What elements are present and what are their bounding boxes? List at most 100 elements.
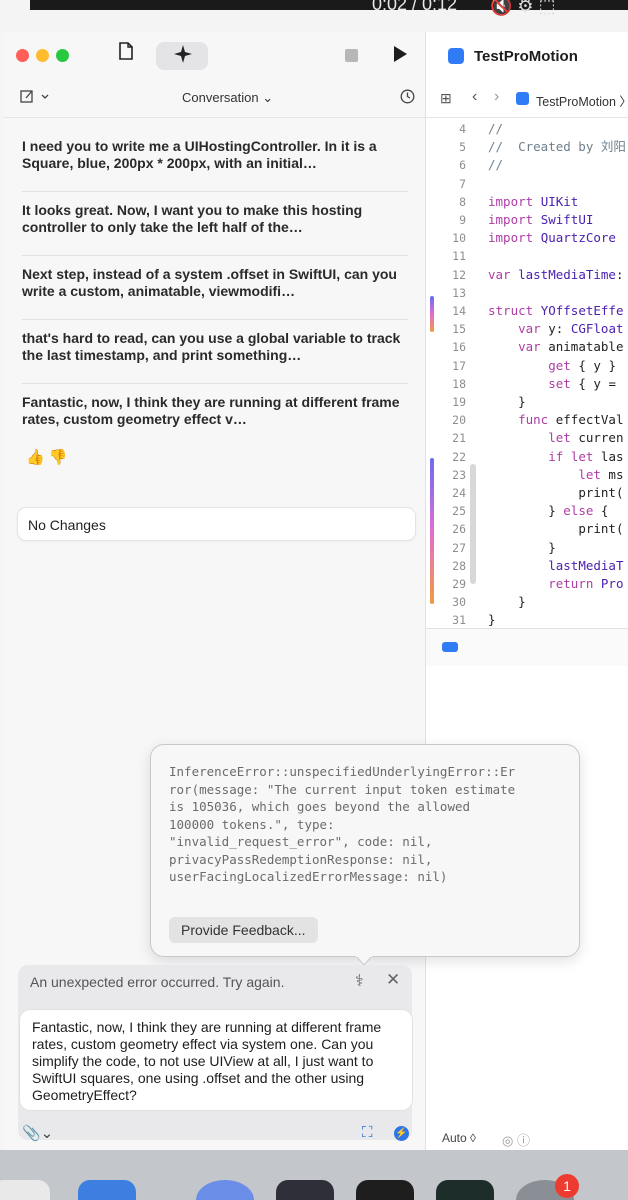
breadcrumb[interactable]: TestProMotion 〉: [536, 91, 628, 110]
binoculars-icon[interactable]: ⛶: [362, 1124, 373, 1141]
zoom-window-button[interactable]: [56, 49, 69, 62]
thumbs-down-icon[interactable]: 👎: [49, 449, 68, 466]
code-line[interactable]: 19 }: [426, 393, 628, 411]
code-line[interactable]: 8 import UIKit: [426, 193, 628, 211]
message-text: that's hard to read, can you use a globa…: [22, 330, 401, 363]
code-text: lastMediaT: [548, 557, 624, 573]
notification-badge: 1: [555, 1174, 579, 1198]
video-control-icons[interactable]: 🔇 ⚙ ⬚: [490, 0, 556, 17]
code-line[interactable]: 17 get { y }: [426, 357, 628, 375]
code-line[interactable]: 7: [426, 175, 628, 193]
run-button[interactable]: [394, 46, 407, 62]
code-line[interactable]: 28 lastMediaT: [426, 557, 628, 575]
code-text: import UIKit: [488, 193, 579, 209]
line-number: 29: [452, 577, 466, 591]
line-number: 9: [459, 213, 466, 227]
code-line[interactable]: 18 set { y =: [426, 375, 628, 393]
code-text: struct YOffsetEffe: [488, 303, 624, 318]
code-line[interactable]: 14 struct YOffsetEffe: [426, 302, 628, 320]
code-line[interactable]: 26 print(: [426, 520, 628, 538]
terminal-icon[interactable]: [356, 1180, 414, 1200]
code-line[interactable]: 22 if let las: [426, 448, 628, 466]
code-line[interactable]: 21 let curren: [426, 429, 628, 447]
code-text: //: [488, 121, 504, 136]
code-text: // Created by 刘阳: [488, 139, 626, 155]
error-details: InferenceError::unspecifiedUnderlyingErr…: [169, 764, 516, 884]
code-line[interactable]: 29 return Pro: [426, 575, 628, 593]
chevron-down-icon: ⌄: [262, 90, 274, 105]
line-number: 5: [459, 140, 466, 155]
dock-app-finder-icon[interactable]: [0, 1180, 50, 1200]
debug-area: [426, 628, 628, 666]
code-line[interactable]: 10 import QuartzCore: [426, 229, 628, 247]
code-line[interactable]: 27 }: [426, 539, 628, 557]
forward-icon[interactable]: ›: [494, 88, 499, 106]
prompt-input[interactable]: Fantastic, now, I think they are running…: [20, 1010, 412, 1110]
dock-app-icon[interactable]: [436, 1180, 494, 1200]
line-number: 21: [452, 431, 466, 446]
close-icon[interactable]: ✕: [386, 970, 400, 990]
thumbs-up-icon[interactable]: 👍: [26, 449, 45, 466]
message-text: It looks great. Now, I want you to make …: [22, 202, 363, 235]
dock-app-icon[interactable]: [196, 1180, 254, 1200]
history-icon[interactable]: [400, 89, 415, 108]
code-editor[interactable]: 4 // 5 // Created by 刘阳 6 // 7 8 import UIKit 9 im…: [426, 118, 628, 628]
feedback-thumbs: 👍 👎: [26, 448, 68, 466]
debug-tag-icon[interactable]: [442, 642, 458, 652]
list-item[interactable]: Next step, instead of a system .offset i…: [22, 256, 408, 320]
sparkle-icon[interactable]: [172, 44, 194, 69]
code-text: if let las: [548, 448, 624, 464]
auto-selector[interactable]: Auto ◊: [442, 1131, 476, 1145]
code-line[interactable]: 6 //: [426, 156, 628, 174]
code-text: } else {: [548, 503, 609, 519]
code-line[interactable]: 24 print(: [426, 484, 628, 502]
code-line[interactable]: 15 var y: CGFloat: [426, 320, 628, 338]
code-line[interactable]: 13: [426, 284, 628, 302]
line-number: 19: [452, 395, 466, 409]
status-icons[interactable]: ◎ ⓘ: [502, 1130, 530, 1149]
list-item[interactable]: I need you to write me a UIHostingContro…: [22, 128, 408, 192]
new-conversation-icon[interactable]: [20, 90, 50, 107]
code-text: print(: [578, 521, 624, 537]
conversation-dropdown[interactable]: Conversation ⌄: [182, 90, 273, 106]
close-window-button[interactable]: [16, 49, 29, 62]
list-item[interactable]: that's hard to read, can you use a globa…: [22, 320, 408, 384]
minimize-window-button[interactable]: [36, 49, 49, 62]
stethoscope-icon[interactable]: ⚕: [355, 971, 364, 991]
list-item[interactable]: Fantastic, now, I think they are running…: [22, 384, 408, 448]
conversation-list: I need you to write me a UIHostingContro…: [22, 128, 408, 448]
dock-app-icon[interactable]: [276, 1180, 334, 1200]
code-line[interactable]: 25 } else {: [426, 502, 628, 520]
back-icon[interactable]: ‹: [472, 88, 477, 106]
line-number: 4: [459, 122, 466, 136]
code-text: import SwiftUI: [488, 212, 594, 227]
video-time: 0:02 / 0:12: [372, 0, 458, 14]
dock-app-icon[interactable]: [78, 1180, 136, 1200]
attach-icon[interactable]: 📎⌄: [22, 1124, 53, 1142]
document-icon[interactable]: [118, 42, 134, 65]
code-line[interactable]: 4 //: [426, 120, 628, 138]
error-message: An unexpected error occurred. Try again.: [30, 974, 285, 990]
code-line[interactable]: 11: [426, 247, 628, 265]
stop-button[interactable]: [345, 49, 358, 62]
code-line[interactable]: 31}: [426, 611, 628, 629]
line-number: 23: [452, 467, 466, 482]
grid-icon[interactable]: ⊞: [440, 90, 452, 107]
provide-feedback-button[interactable]: Provide Feedback...: [169, 917, 318, 943]
line-number: 11: [452, 249, 466, 264]
code-line[interactable]: 20 func effectVal: [426, 411, 628, 429]
code-line[interactable]: 5 // Created by 刘阳: [426, 138, 628, 156]
code-line[interactable]: 23 let ms: [426, 466, 628, 484]
bolt-icon[interactable]: ⚡: [394, 1126, 409, 1141]
list-item[interactable]: It looks great. Now, I want you to make …: [22, 192, 408, 256]
code-line[interactable]: 30 }: [426, 593, 628, 611]
code-line[interactable]: 9 import SwiftUI: [426, 211, 628, 229]
editor-statusbar: Auto ◊ ◎ ⓘ: [426, 1128, 628, 1150]
line-number: 26: [452, 522, 466, 537]
error-popover: InferenceError::unspecifiedUnderlyingErr…: [150, 744, 580, 957]
line-number: 24: [452, 486, 466, 500]
code-line[interactable]: 16 var animatable: [426, 338, 628, 356]
code-line[interactable]: 12 var lastMediaTime:: [426, 266, 628, 284]
message-text: Next step, instead of a system .offset i…: [22, 266, 397, 299]
code-text: var lastMediaTime:: [488, 266, 624, 282]
